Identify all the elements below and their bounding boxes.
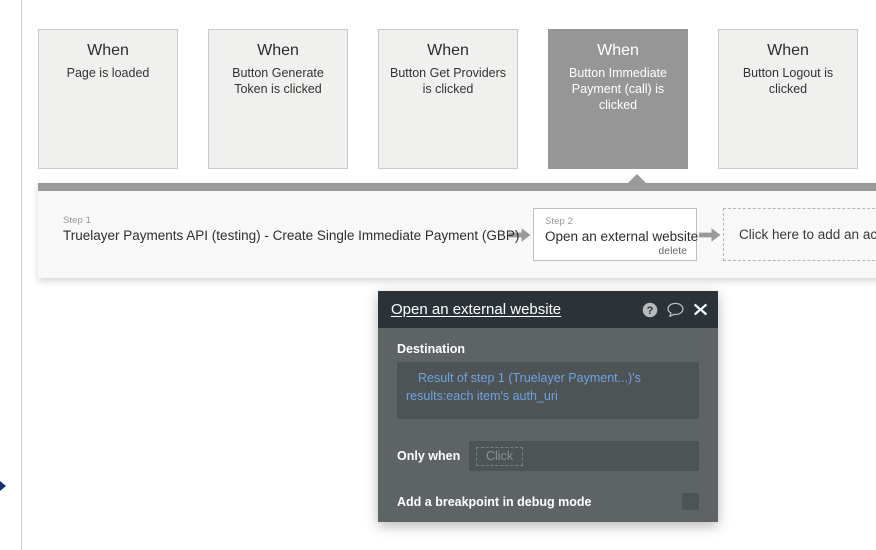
event-when-label: When: [257, 42, 299, 59]
property-editor-panel: Open an external website ? Destination R…: [378, 291, 718, 522]
property-editor-header[interactable]: Open an external website ?: [378, 291, 718, 328]
event-card-button-get-providers[interactable]: When Button Get Providers is clicked: [378, 29, 518, 169]
breakpoint-checkbox[interactable]: [682, 493, 699, 510]
step-arrow-icon-2: [697, 227, 723, 243]
workflow-step-1[interactable]: Step 1 Truelayer Payments API (testing) …: [52, 208, 520, 261]
workflow-steps-row: Step 1 Truelayer Payments API (testing) …: [38, 191, 876, 278]
step-number-label: Step 1: [63, 215, 92, 226]
destination-label: Destination: [397, 342, 466, 356]
add-action-button[interactable]: Click here to add an action: [723, 208, 876, 261]
close-icon[interactable]: [693, 302, 708, 317]
only-when-placeholder: Click: [476, 446, 524, 466]
step-delete-link[interactable]: delete: [658, 245, 687, 257]
event-description: Button Get Providers is clicked: [389, 66, 507, 96]
only-when-input[interactable]: Click: [469, 441, 699, 471]
breakpoint-row: Add a breakpoint in debug mode: [397, 493, 699, 510]
workflow-actions-panel: Step 1 Truelayer Payments API (testing) …: [38, 174, 876, 278]
event-card-button-immediate-payment[interactable]: When Button Immediate Payment (call) is …: [548, 29, 688, 169]
event-description: Button Immediate Payment (call) is click…: [569, 66, 667, 112]
event-when-label: When: [87, 42, 129, 59]
destination-input[interactable]: Result of step 1 (Truelayer Payment...)'…: [397, 362, 699, 419]
property-editor-body: Destination Result of step 1 (Truelayer …: [378, 328, 718, 510]
comment-bubble-icon[interactable]: [667, 302, 684, 318]
only-when-label: Only when: [397, 449, 461, 463]
left-rail-divider: [0, 0, 22, 550]
workflow-canvas: When Page is loaded When Button Generate…: [23, 0, 876, 550]
svg-text:?: ?: [647, 304, 654, 316]
event-card-page-is-loaded[interactable]: When Page is loaded: [38, 29, 178, 169]
event-when-label: When: [427, 42, 469, 59]
event-when-label: When: [597, 42, 639, 59]
only-when-row: Only when Click: [397, 441, 699, 471]
event-description: Button Generate Token is clicked: [232, 66, 324, 96]
breakpoint-label: Add a breakpoint in debug mode: [397, 494, 592, 509]
event-description: Button Logout is clicked: [742, 66, 834, 96]
step-number-label: Step 2: [545, 216, 574, 227]
step-title: Truelayer Payments API (testing) - Creat…: [63, 228, 520, 243]
workflow-step-2[interactable]: Step 2 Open an external website delete: [533, 208, 699, 261]
event-card-button-logout[interactable]: When Button Logout is clicked: [718, 29, 858, 169]
event-when-label: When: [767, 42, 809, 59]
workflow-panel-topbar: [38, 174, 876, 191]
workflow-panel-pointer-icon: [627, 174, 647, 184]
add-action-label: Click here to add an action: [739, 227, 876, 242]
panel-collapse-marker-icon[interactable]: [0, 481, 6, 491]
event-card-button-generate-token[interactable]: When Button Generate Token is clicked: [208, 29, 348, 169]
help-circle-icon[interactable]: ?: [642, 302, 658, 318]
event-description: Page is loaded: [66, 66, 150, 80]
property-editor-title[interactable]: Open an external website: [391, 301, 633, 318]
step-title: Open an external website: [545, 229, 699, 244]
